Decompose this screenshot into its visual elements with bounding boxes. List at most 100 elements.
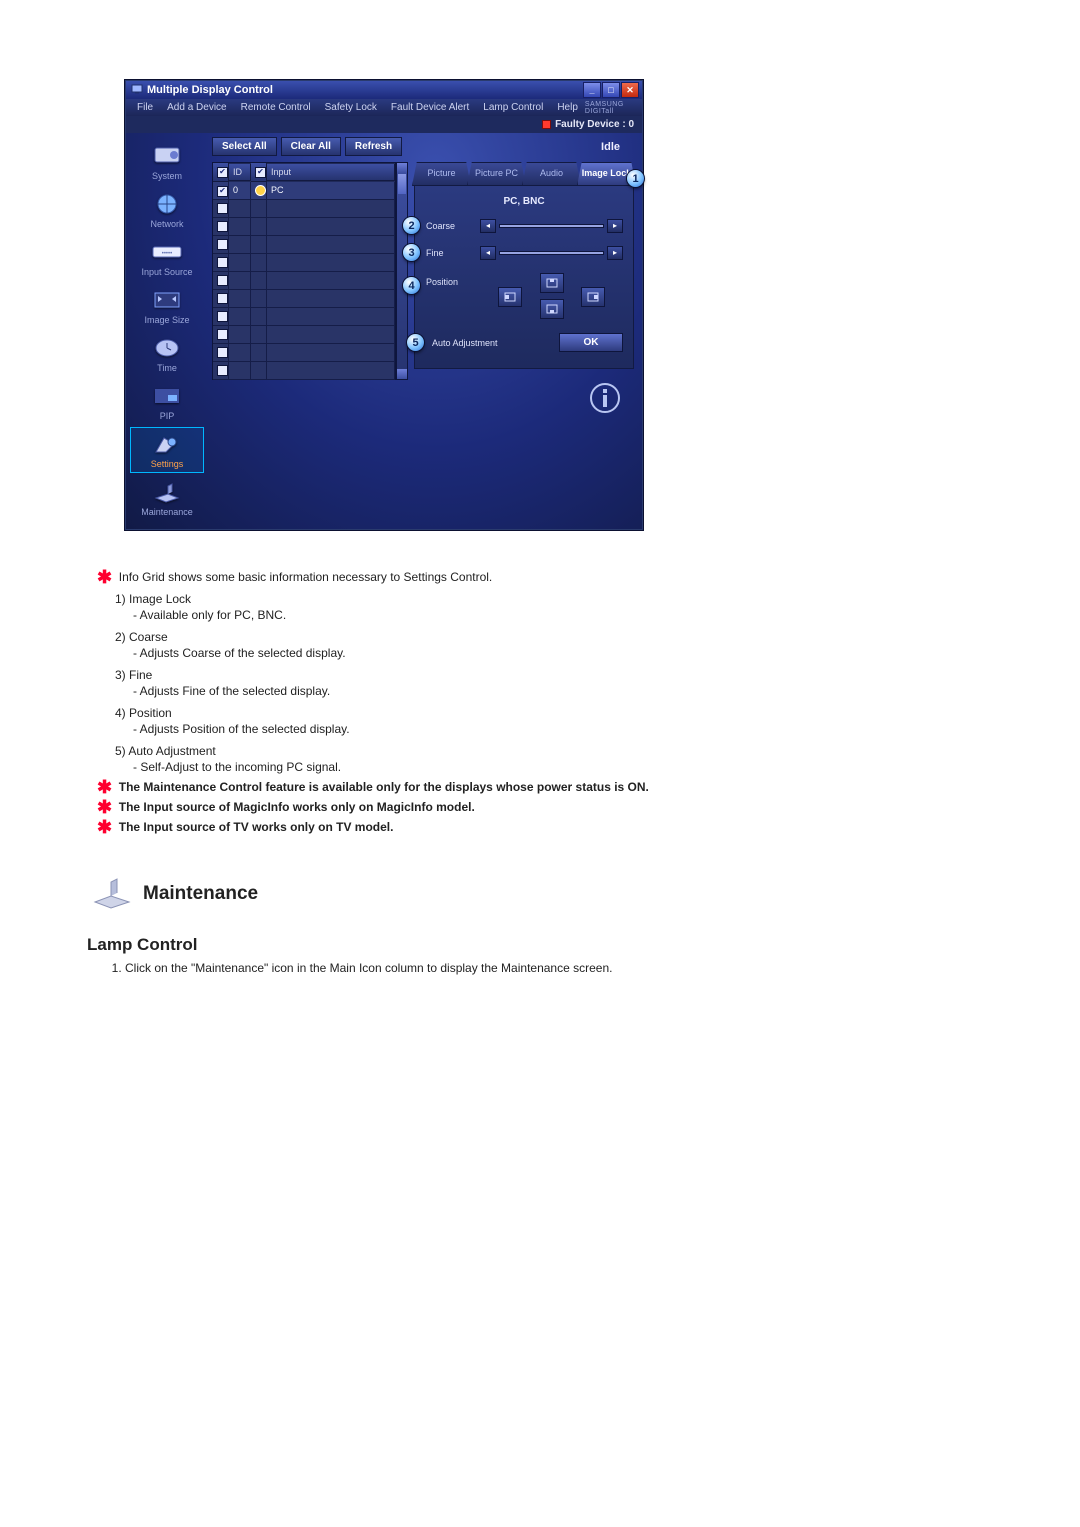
- coarse-slider[interactable]: ◂ ▸: [480, 219, 623, 233]
- position-up-button[interactable]: [540, 273, 564, 293]
- note-title-2: Coarse: [129, 630, 168, 644]
- grid-row-empty: [213, 254, 395, 272]
- pip-icon: [149, 383, 185, 409]
- info-grid: ID Input 0 PC: [212, 162, 396, 380]
- grid-row-empty: [213, 326, 395, 344]
- menu-fault-device-alert[interactable]: Fault Device Alert: [384, 102, 476, 113]
- grid-row-empty: [213, 362, 395, 380]
- maximize-button[interactable]: □: [602, 82, 620, 98]
- scroll-down-icon[interactable]: [397, 369, 407, 379]
- sidebar-item-network[interactable]: Network: [130, 187, 204, 233]
- menu-remote-control[interactable]: Remote Control: [234, 102, 318, 113]
- row-id: 0: [229, 182, 251, 200]
- grid-row[interactable]: 0 PC: [213, 182, 395, 200]
- grid-row-empty: [213, 344, 395, 362]
- menu-help[interactable]: Help: [550, 102, 585, 113]
- row-checkbox[interactable]: [217, 221, 228, 232]
- row-checkbox[interactable]: [217, 311, 228, 322]
- decrement-icon[interactable]: ◂: [480, 246, 496, 260]
- grid-row-empty: [213, 236, 395, 254]
- sidebar-item-system[interactable]: System: [130, 139, 204, 185]
- position-controls: [480, 273, 623, 319]
- menu-file[interactable]: File: [130, 102, 160, 113]
- sidebar-item-image-size[interactable]: Image Size: [130, 283, 204, 329]
- row-input: PC: [267, 182, 395, 200]
- app-title: Multiple Display Control: [147, 84, 273, 96]
- lamp-control-step-1: Click on the "Maintenance" icon in the M…: [125, 961, 995, 975]
- sidebar-label: PIP: [160, 411, 175, 421]
- auto-adjustment-label: Auto Adjustment: [432, 338, 551, 348]
- title-bar: Multiple Display Control _ □ ✕: [126, 81, 642, 99]
- position-down-button[interactable]: [540, 299, 564, 319]
- sidebar-label: Time: [157, 363, 177, 373]
- note-title-4: Position: [129, 706, 172, 720]
- increment-icon[interactable]: ▸: [607, 246, 623, 260]
- faulty-device-bar: Faulty Device : 0: [126, 116, 642, 133]
- grid-row-empty: [213, 200, 395, 218]
- grid-row-empty: [213, 218, 395, 236]
- row-checkbox[interactable]: [217, 347, 228, 358]
- coarse-label: Coarse: [426, 221, 474, 231]
- tab-picture-pc[interactable]: Picture PC: [467, 162, 526, 186]
- svg-text:•••••: •••••: [162, 251, 173, 257]
- refresh-button[interactable]: Refresh: [345, 137, 402, 156]
- star-icon: ✱: [97, 567, 112, 587]
- tab-audio[interactable]: Audio: [522, 162, 581, 186]
- faulty-device-text: Faulty Device : 0: [555, 119, 634, 130]
- info-icon: [584, 380, 626, 416]
- tab-picture[interactable]: Picture: [412, 162, 471, 186]
- row-checkbox[interactable]: [217, 186, 228, 197]
- close-button[interactable]: ✕: [621, 82, 639, 98]
- fine-slider[interactable]: ◂ ▸: [480, 246, 623, 260]
- grid-row-empty: [213, 290, 395, 308]
- notes-intro: Info Grid shows some basic information n…: [119, 570, 493, 584]
- row-checkbox[interactable]: [217, 257, 228, 268]
- settings-icon: [149, 431, 185, 457]
- sidebar-item-input-source[interactable]: ••••• Input Source: [130, 235, 204, 281]
- scroll-thumb[interactable]: [398, 174, 406, 194]
- toolbar: Select All Clear All Refresh Idle: [212, 137, 634, 156]
- note-sub-2: - Adjusts Coarse of the selected display…: [133, 646, 995, 660]
- row-checkbox[interactable]: [217, 275, 228, 286]
- maintenance-title: Maintenance: [143, 883, 258, 905]
- star-icon: ✱: [97, 817, 112, 837]
- minimize-button[interactable]: _: [583, 82, 601, 98]
- decrement-icon[interactable]: ◂: [480, 219, 496, 233]
- menu-safety-lock[interactable]: Safety Lock: [318, 102, 384, 113]
- scroll-up-icon[interactable]: [397, 163, 407, 173]
- clear-all-button[interactable]: Clear All: [281, 137, 341, 156]
- brand-label: SAMSUNG DIGITall: [585, 101, 638, 115]
- note-sub-5: - Self-Adjust to the incoming PC signal.: [133, 760, 995, 774]
- idle-label: Idle: [601, 141, 634, 153]
- increment-icon[interactable]: ▸: [607, 219, 623, 233]
- menu-lamp-control[interactable]: Lamp Control: [476, 102, 550, 113]
- position-right-button[interactable]: [581, 287, 605, 307]
- callout-2: 2: [403, 217, 420, 234]
- select-all-button[interactable]: Select All: [212, 137, 277, 156]
- callout-1: 1: [627, 170, 644, 187]
- ok-button[interactable]: OK: [559, 333, 623, 352]
- row-checkbox[interactable]: [217, 239, 228, 250]
- sidebar-item-time[interactable]: Time: [130, 331, 204, 377]
- callout-5: 5: [407, 334, 424, 351]
- row-checkbox[interactable]: [217, 329, 228, 340]
- position-left-button[interactable]: [498, 287, 522, 307]
- sidebar-item-settings[interactable]: Settings: [130, 427, 204, 473]
- sidebar-item-maintenance[interactable]: Maintenance: [130, 475, 204, 521]
- fine-label: Fine: [426, 248, 474, 258]
- note-title-5: Auto Adjustment: [128, 744, 215, 758]
- row-checkbox[interactable]: [217, 293, 228, 304]
- notes-section: ✱ Info Grid shows some basic information…: [97, 570, 995, 834]
- callout-4: 4: [403, 277, 420, 294]
- lamp-control-heading: Lamp Control: [87, 935, 995, 955]
- header-status-checkbox[interactable]: [255, 167, 266, 178]
- row-checkbox[interactable]: [217, 365, 228, 376]
- faulty-dot-icon: [542, 120, 551, 129]
- header-checkbox[interactable]: [217, 167, 228, 178]
- position-label: Position: [426, 273, 474, 287]
- sidebar-item-pip[interactable]: PIP: [130, 379, 204, 425]
- sidebar-label: Input Source: [141, 267, 192, 277]
- row-checkbox[interactable]: [217, 203, 228, 214]
- menu-add-device[interactable]: Add a Device: [160, 102, 233, 113]
- status-ring-icon: [255, 185, 266, 196]
